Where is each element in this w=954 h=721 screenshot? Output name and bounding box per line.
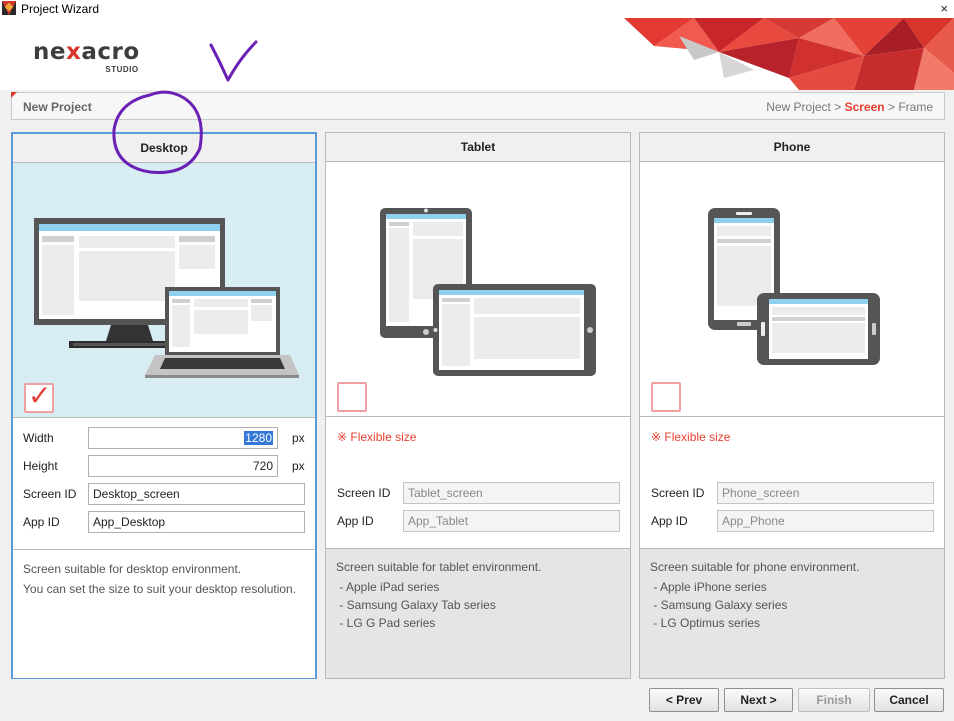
tablet-panel[interactable]: Tablet ※ Flexible size Screen ID Tablet_… (325, 132, 631, 679)
phone-description: Screen suitable for phone environment. -… (640, 549, 944, 641)
height-label: Height (23, 459, 58, 473)
prev-button[interactable]: < Prev (649, 688, 719, 712)
phone-image-area[interactable] (640, 162, 944, 417)
desc-line: - LG Optimus series (650, 616, 761, 630)
width-unit: px (292, 431, 305, 445)
app-id-label: App ID (337, 514, 374, 528)
breadcrumb-step-new-project: New Project (766, 100, 831, 114)
desc-line: - Apple iPhone series (650, 580, 767, 594)
flexible-size-note: ※ Flexible size (651, 430, 731, 444)
screen-id-label: Screen ID (337, 486, 391, 500)
desc-line: Screen suitable for tablet environment. (336, 560, 542, 574)
desktop-checkbox[interactable]: ✓ (24, 380, 54, 413)
desc-line: Screen suitable for desktop environment. (23, 562, 242, 576)
screen-id-label: Screen ID (23, 487, 77, 501)
desc-line: You can set the size to suit your deskto… (23, 582, 297, 596)
tablet-form: ※ Flexible size Screen ID Tablet_screen … (326, 417, 630, 549)
desc-line: - LG G Pad series (336, 616, 436, 630)
window-title: Project Wizard (21, 2, 100, 16)
screen-id-label: Screen ID (651, 486, 705, 500)
width-value: 1280 (244, 431, 273, 445)
nexacro-studio-logo: nexacro STUDIO (33, 39, 140, 74)
phone-panel-title: Phone (640, 133, 944, 162)
logo-text-pre: ne (33, 39, 66, 65)
desktop-app-id-input[interactable]: App_Desktop (88, 511, 305, 533)
decorative-polygons (624, 18, 954, 90)
app-id-label: App ID (651, 514, 688, 528)
breadcrumb-separator: > (834, 100, 842, 114)
next-button[interactable]: Next > (724, 688, 793, 712)
logo-text-x: x (65, 39, 82, 65)
breadcrumb-separator: > (887, 100, 895, 114)
phone-form: ※ Flexible size Screen ID Phone_screen A… (640, 417, 944, 549)
desc-line: - Samsung Galaxy series (650, 598, 788, 612)
breadcrumb-bar: New Project New Project > Screen > Frame (11, 92, 945, 120)
height-unit: px (292, 459, 305, 473)
tablet-illustration-icon (380, 208, 596, 376)
tablet-screen-id-input[interactable]: Tablet_screen (403, 482, 620, 504)
tablet-app-id-input[interactable]: App_Tablet (403, 510, 620, 532)
checkmark-icon: ✓ (28, 380, 52, 411)
desktop-image-area[interactable]: ✓ (13, 163, 315, 418)
phone-panel[interactable]: Phone ※ Flexible size Screen ID Phone_sc… (639, 132, 945, 679)
desktop-screen-id-input[interactable]: Desktop_screen (88, 483, 305, 505)
close-icon[interactable]: × (940, 1, 948, 16)
height-input[interactable]: 720 (88, 455, 278, 477)
desktop-form: Width 1280 px Height 720 px Screen ID De… (13, 418, 315, 550)
tablet-description: Screen suitable for tablet environment. … (326, 549, 630, 641)
breadcrumb-step-screen: Screen (844, 100, 885, 114)
tablet-checkbox[interactable] (337, 382, 367, 412)
cancel-button[interactable]: Cancel (874, 688, 944, 712)
title-bar: Project Wizard × (0, 0, 954, 18)
tablet-panel-title: Tablet (326, 133, 630, 162)
phone-screen-id-input[interactable]: Phone_screen (717, 482, 934, 504)
width-input[interactable]: 1280 (88, 427, 278, 449)
desktop-panel-title: Desktop (13, 134, 315, 163)
width-label: Width (23, 431, 54, 445)
phone-checkbox[interactable] (651, 382, 681, 412)
logo-subtext: STUDIO (105, 65, 139, 74)
desc-line: - Samsung Galaxy Tab series (336, 598, 496, 612)
breadcrumb-step-frame: Frame (898, 100, 933, 114)
desktop-description: Screen suitable for desktop environment.… (13, 550, 315, 678)
desktop-illustration-icon (34, 218, 299, 378)
logo-text-post: acro (81, 39, 140, 65)
tablet-image-area[interactable] (326, 162, 630, 417)
desktop-panel[interactable]: Desktop ✓ Width 1280 px Height 720 px Sc… (11, 132, 317, 679)
wizard-header: nexacro STUDIO (0, 18, 954, 90)
finish-button[interactable]: Finish (798, 688, 870, 712)
flexible-size-note: ※ Flexible size (337, 430, 417, 444)
breadcrumb: New Project > Screen > Frame (766, 100, 933, 114)
app-icon (2, 1, 16, 15)
app-id-label: App ID (23, 515, 60, 529)
desc-line: Screen suitable for phone environment. (650, 560, 860, 574)
phone-app-id-input[interactable]: App_Phone (717, 510, 934, 532)
desc-line: - Apple iPad series (336, 580, 440, 594)
page-title: New Project (23, 100, 92, 114)
phone-illustration-icon (708, 208, 880, 365)
